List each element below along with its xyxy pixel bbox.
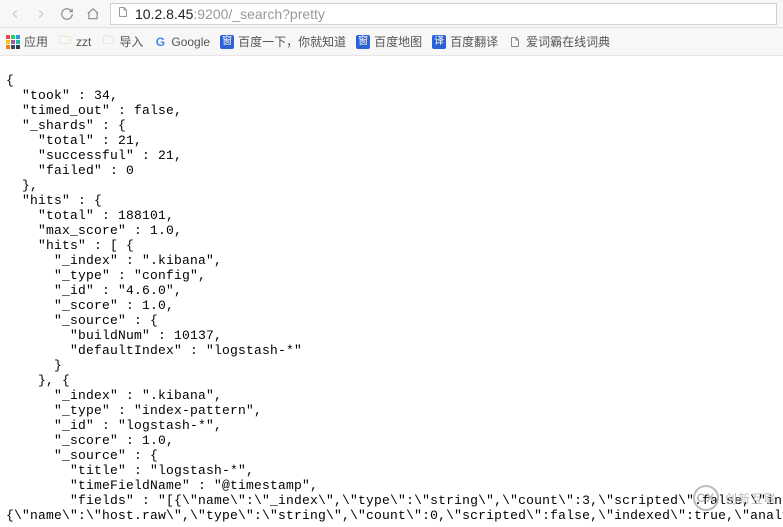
bookmark-zzt[interactable]: 🗀 zzt [58,35,91,49]
page-icon [508,35,522,49]
bookmark-label: 应用 [24,33,48,50]
json-response-body: { "took" : 34, "timed_out" : false, "_sh… [0,69,783,527]
address-text: 10.2.8.45:9200/_search?pretty [135,6,325,22]
bookmark-label: 导入 [119,33,143,50]
bookmark-label: 百度一下，你就知道 [238,33,346,50]
bookmark-google[interactable]: G Google [153,35,210,49]
baidu-icon: 窗 [220,35,234,49]
watermark-logo-icon: CX [693,485,719,511]
folder-icon: 🗀 [101,35,115,49]
bookmark-label: 百度地图 [374,33,422,50]
baidu-icon: 窗 [356,35,370,49]
bookmark-iciba[interactable]: 爱词霸在线词典 [508,33,610,50]
bookmark-apps[interactable]: 应用 [6,33,48,50]
bookmarks-bar: 应用 🗀 zzt 🗀 导入 G Google 窗 百度一下，你就知道 窗 百度地… [0,28,783,56]
forward-icon[interactable] [32,5,50,23]
bookmark-label: 百度翻译 [450,33,498,50]
translate-icon: 译 [432,35,446,49]
bookmark-label: zzt [76,35,91,49]
bookmark-label: 爱词霸在线词典 [526,33,610,50]
home-icon[interactable] [84,5,102,23]
bookmark-baidumap[interactable]: 窗 百度地图 [356,33,422,50]
bookmark-label: Google [171,35,210,49]
bookmark-import[interactable]: 🗀 导入 [101,33,143,50]
watermark-text: 创新互联 [725,490,777,507]
browser-toolbar: 10.2.8.45:9200/_search?pretty [0,0,783,28]
bookmark-baidu[interactable]: 窗 百度一下，你就知道 [220,33,346,50]
back-icon[interactable] [6,5,24,23]
google-icon: G [153,35,167,49]
watermark: CX 创新互联 [693,485,777,511]
reload-icon[interactable] [58,5,76,23]
address-bar[interactable]: 10.2.8.45:9200/_search?pretty [110,3,777,25]
bookmark-baidutrans[interactable]: 译 百度翻译 [432,33,498,50]
page-icon [117,6,129,21]
folder-icon: 🗀 [58,35,72,49]
apps-icon [6,35,20,49]
